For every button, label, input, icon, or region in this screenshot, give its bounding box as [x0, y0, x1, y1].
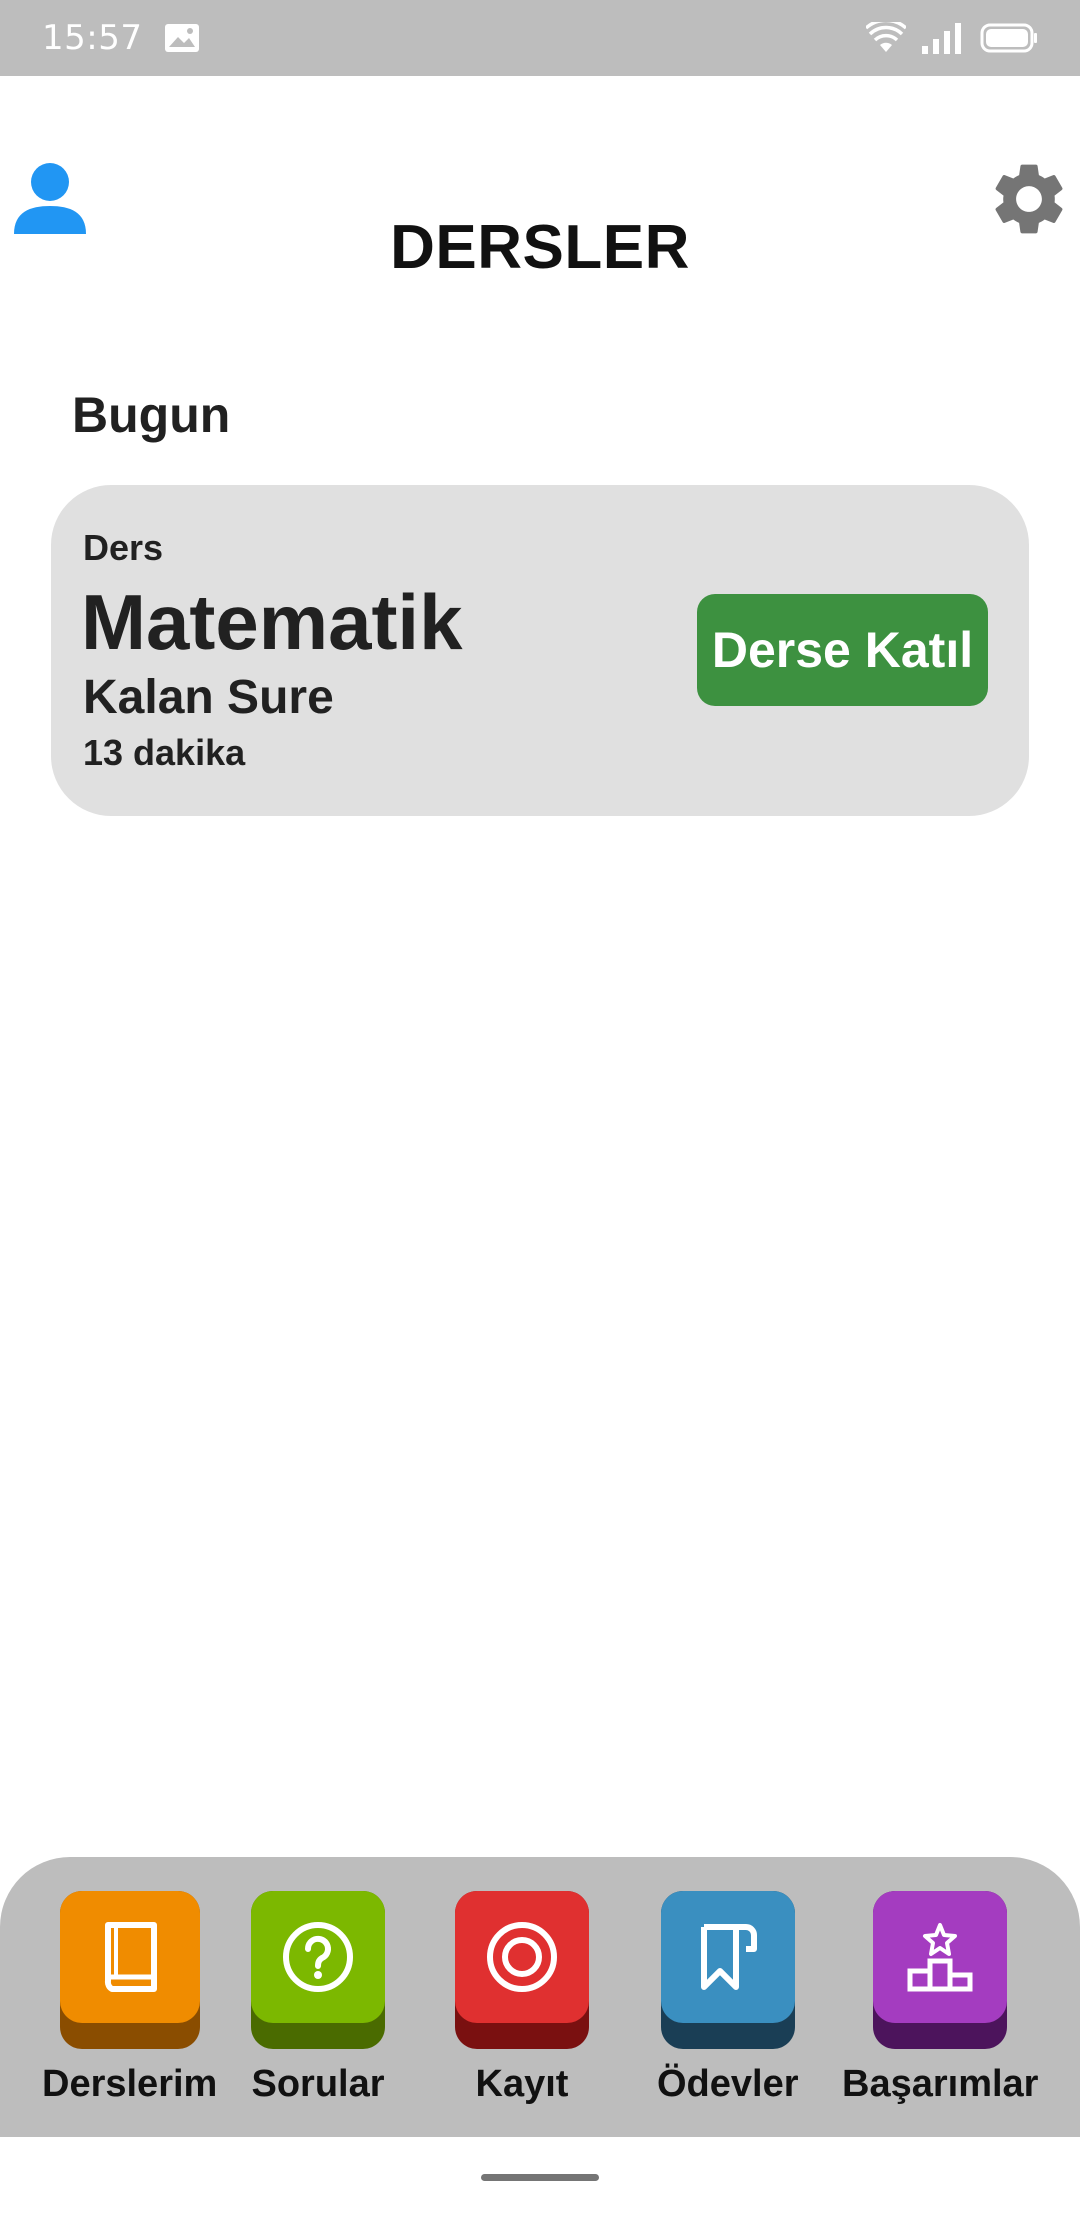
nav-label-kayit: Kayıt [475, 2063, 569, 2105]
signal-icon [922, 22, 964, 54]
join-lesson-button[interactable]: Derse Katıl [697, 594, 988, 706]
nav-item-derslerim[interactable]: Derslerim [42, 1891, 217, 2106]
section-title: Bugun [72, 387, 231, 443]
nav-label-derslerim: Derslerim [42, 2063, 218, 2105]
nav-tile-odevler[interactable] [660, 1891, 795, 2049]
battery-icon [980, 23, 1038, 53]
page-title: DERSLER [390, 213, 690, 282]
status-bar: 15:57 [0, 0, 1080, 76]
nav-label-basarimlar: Başarımlar [842, 2063, 1039, 2105]
lesson-subject: Matematik [81, 578, 463, 666]
bookmark-page-icon [660, 1891, 795, 2023]
book-icon [59, 1891, 200, 2023]
nav-tile-kayit[interactable] [455, 1891, 589, 2049]
status-time: 15:57 [42, 18, 143, 58]
home-indicator[interactable] [481, 2174, 599, 2181]
wifi-icon [866, 22, 906, 54]
image-notification-icon [164, 23, 200, 53]
nav-item-kayit[interactable]: Kayıt [455, 1891, 589, 2106]
podium-star-icon [873, 1891, 1008, 2023]
remaining-time-label: Kalan Sure [83, 671, 334, 724]
lesson-caption: Ders [83, 527, 164, 568]
nav-tile-sorular[interactable] [251, 1891, 385, 2049]
nav-label-sorular: Sorular [251, 2063, 385, 2105]
lesson-card: Ders Matematik Kalan Sure 13 dakika Ders… [51, 485, 1029, 816]
nav-item-odevler[interactable]: Ödevler [657, 1891, 799, 2106]
bottom-nav: Derslerim Sorular Kayıt Ödevler Başarıml… [0, 1857, 1080, 2137]
target-icon [455, 1891, 589, 2023]
nav-item-sorular[interactable]: Sorular [251, 1891, 385, 2106]
nav-tile-derslerim[interactable] [59, 1891, 200, 2049]
nav-label-odevler: Ödevler [657, 2063, 799, 2105]
nav-item-basarimlar[interactable]: Başarımlar [842, 1891, 1038, 2106]
remaining-time-value: 13 dakika [83, 732, 246, 773]
nav-tile-basarimlar[interactable] [873, 1891, 1008, 2049]
question-icon [251, 1891, 385, 2023]
